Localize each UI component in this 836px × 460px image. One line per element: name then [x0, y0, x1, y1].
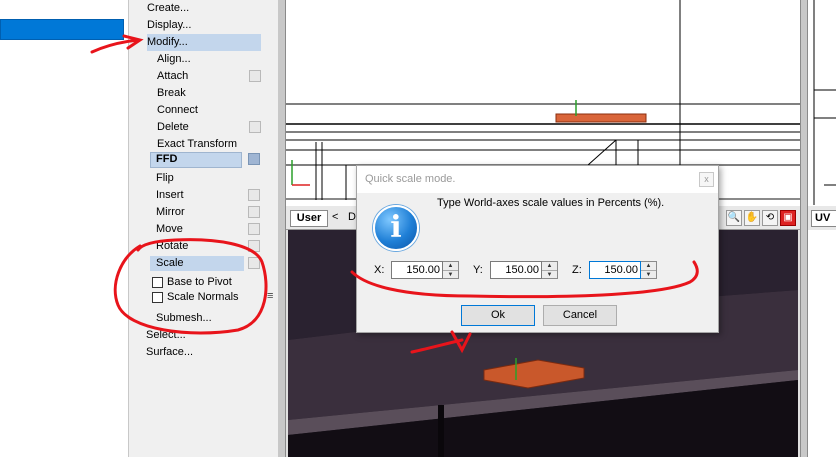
menu-item-break[interactable]: Break	[157, 85, 186, 102]
menu-item-modify[interactable]: Modify...	[147, 34, 261, 51]
viewport-divider[interactable]	[278, 0, 286, 457]
scale-options-box[interactable]	[248, 257, 260, 269]
viewport-nav-label: D	[348, 211, 356, 223]
uv-editor-tab[interactable]: UV E	[811, 210, 836, 227]
viewport-right-top[interactable]	[808, 0, 836, 205]
dialog-message: Type World-axes scale values in Percents…	[437, 197, 665, 209]
menu-item-select[interactable]: Select...	[146, 327, 186, 344]
viewport-right-bottom[interactable]	[808, 230, 836, 457]
info-icon: i	[373, 205, 419, 251]
menu-item-create[interactable]: Create...	[147, 0, 189, 17]
menu-item-mirror[interactable]: Mirror	[156, 204, 185, 221]
viewport-divider-right[interactable]	[800, 0, 808, 457]
insert-options-box[interactable]	[248, 189, 260, 201]
cancel-button[interactable]: Cancel	[543, 305, 617, 326]
dialog-title: Quick scale mode.	[365, 173, 456, 185]
menu-item-insert[interactable]: Insert	[156, 187, 184, 204]
x-up-icon[interactable]: ▲	[443, 262, 458, 270]
z-up-icon[interactable]: ▲	[641, 262, 656, 270]
mirror-options-box[interactable]	[248, 206, 260, 218]
hand-icon[interactable]: ✋	[744, 210, 760, 226]
menu-item-scale[interactable]: Scale	[156, 255, 184, 272]
wireframe-scene-right	[813, 0, 836, 205]
y-scale-stepper[interactable]: ▲▼	[490, 261, 558, 279]
z-scale-stepper[interactable]: ▲▼	[589, 261, 657, 279]
x-down-icon[interactable]: ▼	[443, 270, 458, 279]
x-label: X:	[374, 264, 385, 276]
scale-normals-checkbox[interactable]	[152, 292, 163, 303]
menu-item-delete[interactable]: Delete	[157, 119, 189, 136]
selected-item-highlight[interactable]	[0, 19, 124, 40]
menu-item-display[interactable]: Display...	[147, 17, 191, 34]
z-down-icon[interactable]: ▼	[641, 270, 656, 279]
menu-item-move[interactable]: Move	[156, 221, 183, 238]
close-icon[interactable]: x	[699, 172, 714, 187]
viewport-user-tab[interactable]: User	[290, 210, 328, 227]
viewport-nav-prev[interactable]: <	[332, 211, 338, 223]
z-scale-input[interactable]	[589, 261, 641, 279]
z-label: Z:	[572, 264, 582, 276]
menu-item-ffd[interactable]: FFD	[156, 151, 177, 168]
quick-scale-dialog: Quick scale mode. x i Type World-axes sc…	[356, 165, 719, 333]
attach-options-box[interactable]	[249, 70, 261, 82]
scale-normals-label: Scale Normals	[167, 291, 239, 303]
base-to-pivot-checkbox[interactable]	[152, 277, 163, 288]
search-icon[interactable]: 🔍	[726, 210, 742, 226]
menu-item-attach[interactable]: Attach	[157, 68, 188, 85]
orbit-icon[interactable]: ⟲	[762, 210, 778, 226]
y-label: Y:	[473, 264, 483, 276]
y-down-icon[interactable]: ▼	[542, 270, 557, 279]
menu-item-rotate[interactable]: Rotate	[156, 238, 188, 255]
x-scale-stepper[interactable]: ▲▼	[391, 261, 459, 279]
dialog-title-bar[interactable]: Quick scale mode. x	[357, 166, 718, 193]
menu-item-surface[interactable]: Surface...	[146, 344, 193, 361]
move-options-box[interactable]	[248, 223, 260, 235]
menu-item-submesh[interactable]: Submesh...	[156, 310, 212, 327]
panel-grip-icon[interactable]: ≡	[267, 290, 273, 302]
delete-options-box[interactable]	[249, 121, 261, 133]
maximize-icon[interactable]: ▣	[780, 210, 796, 226]
menu-item-align[interactable]: Align...	[157, 51, 191, 68]
ffd-options-box[interactable]	[248, 153, 260, 165]
viewport-right-toolbar: UV E	[808, 206, 836, 230]
y-scale-input[interactable]	[490, 261, 542, 279]
menu-item-connect[interactable]: Connect	[157, 102, 198, 119]
x-scale-input[interactable]	[391, 261, 443, 279]
menu-item-flip[interactable]: Flip	[156, 170, 174, 187]
ok-button[interactable]: Ok	[461, 305, 535, 326]
rotate-options-box[interactable]	[248, 240, 260, 252]
y-up-icon[interactable]: ▲	[542, 262, 557, 270]
outliner-panel	[0, 0, 128, 457]
base-to-pivot-label: Base to Pivot	[167, 276, 232, 288]
